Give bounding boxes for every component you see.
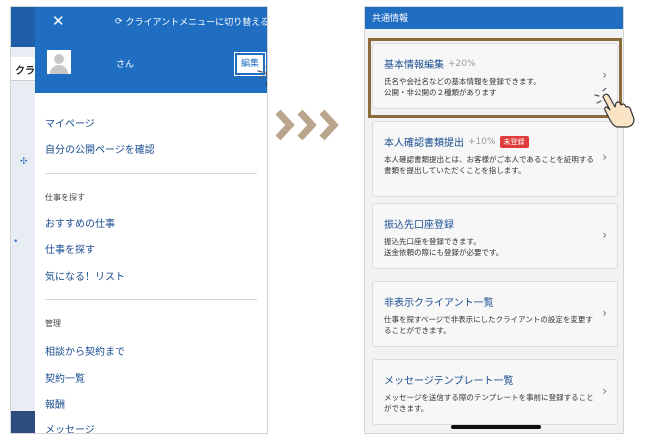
close-icon[interactable]: ✕ [52,12,65,30]
background-page: クラ ✣ • [11,7,35,433]
card-hidden-clients[interactable]: 非表示クライアント一覧 仕事を探すページで非表示にしたクライアントの設定を変更す… [372,281,618,347]
divider [45,173,257,174]
avatar [47,50,71,74]
section-manage: 管理 [45,319,61,328]
chevron-right-icon: › [602,384,607,398]
menu-item-messages[interactable]: メッセージ [45,421,95,433]
home-indicator [451,425,541,429]
dot-icon: • [13,237,19,247]
chevron-right-icon: › [602,228,607,242]
card-description: 仕事を探すページで非表示にしたクライアントの設定を変更することができます。 [384,315,593,335]
section-header: 共通情報 [365,7,623,29]
menu-item-favorites[interactable]: 気になる！リスト [45,268,125,283]
menu-item-rewards[interactable]: 報酬 [45,396,65,411]
card-description: メッセージを送信する際のテンプレートを事前に登録することができます。 [384,393,594,413]
chevron-right-icon: › [602,306,607,320]
status-badge: 未登録 [499,135,529,148]
card-title: メッセージテンプレート一覧 [384,376,514,387]
card-description: 本人確認書類提出とは、お客様がご本人であることを証明する書類を提出していただくこ… [384,155,594,175]
section-find-work: 仕事を探す [45,193,85,202]
user-name: さん [116,60,135,70]
menu-item-consultation[interactable]: 相談から契約まで [45,343,125,358]
switch-client-menu-link[interactable]: ⟳ クライアントメニューに切り替える [115,15,267,29]
dot-icon: ✣ [20,157,28,167]
card-title: 本人確認書類提出 [384,138,464,149]
menu-item-contracts[interactable]: 契約一覧 [45,370,85,385]
menu-item-find-work[interactable]: 仕事を探す [45,241,95,256]
card-bonus: +10% [468,136,496,147]
background-label: クラ [15,66,35,77]
left-phone-screen: クラ ✣ • ✕ ⟳ クライアントメニューに切り替える さん 編集 マイページ … [10,6,268,434]
menu-header: ✕ ⟳ クライアントメニューに切り替える さん 編集 [35,7,267,93]
card-message-templates[interactable]: メッセージテンプレート一覧 メッセージを送信する際のテンプレートを事前に登録する… [372,359,618,425]
menu-item-public-page[interactable]: 自分の公開ページを確認 [45,141,155,156]
card-bank-account[interactable]: 振込先口座登録 振込先口座を登録できます。 送金依頼の際にも登録が必要です。 › [372,203,618,269]
side-menu: ✕ ⟳ クライアントメニューに切り替える さん 編集 マイページ 自分の公開ペー… [35,7,267,433]
highlight-frame [368,38,622,118]
card-description: 振込先口座を登録できます。 送金依頼の際にも登録が必要です。 [384,237,504,257]
chevron-arrows-icon [276,109,339,141]
card-title: 非表示クライアント一覧 [384,298,494,309]
pointing-hand-icon [257,65,267,87]
refresh-icon: ⟳ [115,16,123,27]
pointing-hand-icon [594,88,635,128]
menu-item-recommended[interactable]: おすすめの仕事 [45,215,115,230]
divider [45,299,257,300]
card-title: 振込先口座登録 [384,220,454,231]
chevron-right-icon: › [602,150,607,164]
card-identity-verification[interactable]: 本人確認書類提出 +10% 未登録 本人確認書類提出とは、お客様がご本人であるこ… [372,121,618,197]
menu-item-mypage[interactable]: マイページ [45,115,95,130]
